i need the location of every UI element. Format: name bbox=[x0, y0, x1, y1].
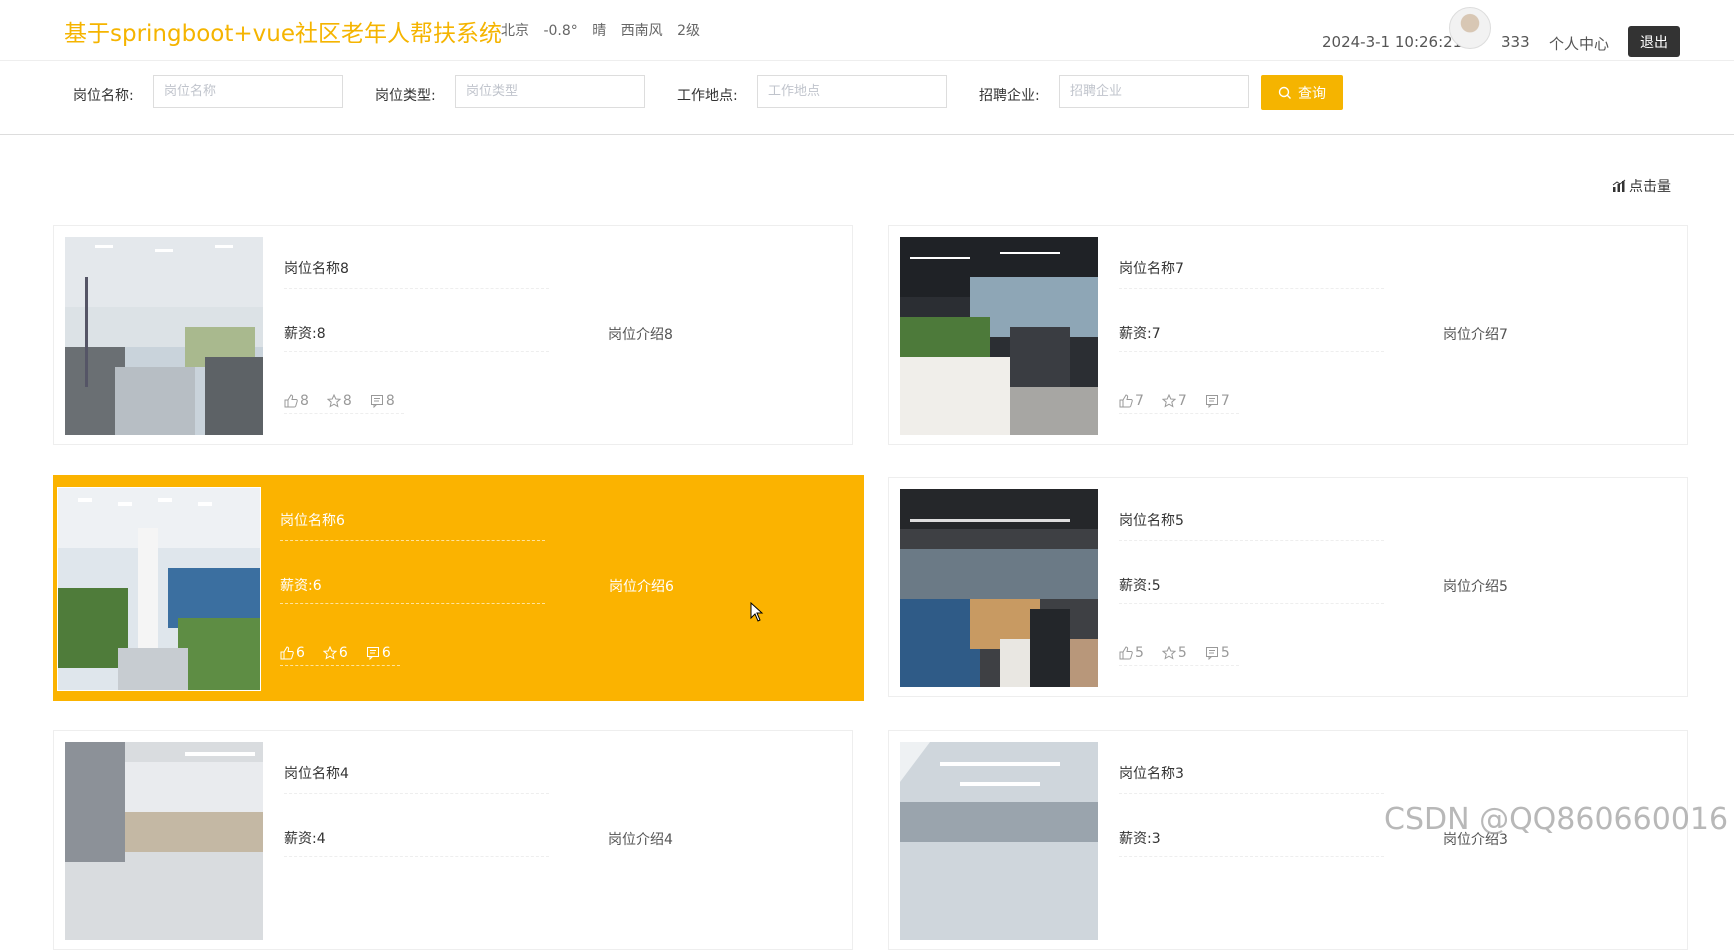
favorite-count: 5 bbox=[1177, 645, 1187, 661]
weather-temp: -0.8° bbox=[543, 23, 578, 39]
favorite-stat[interactable]: 7 bbox=[1161, 389, 1187, 413]
job-salary: 薪资:3 bbox=[1119, 828, 1384, 857]
thumbs-up-icon bbox=[1119, 646, 1133, 660]
job-card[interactable]: 岗位名称4 薪资:4 岗位介绍4 bbox=[53, 730, 853, 950]
star-icon bbox=[322, 646, 337, 660]
thumbs-up-icon bbox=[280, 646, 294, 660]
current-datetime: 2024-3-1 10:26:21 bbox=[1322, 33, 1463, 51]
favorite-count: 6 bbox=[338, 645, 348, 661]
like-stat[interactable]: 5 bbox=[1119, 641, 1144, 665]
comment-icon bbox=[370, 395, 383, 408]
job-image bbox=[65, 742, 263, 940]
weather-level: 2级 bbox=[677, 23, 701, 39]
mouse-cursor-icon bbox=[750, 602, 764, 622]
comment-icon bbox=[366, 647, 379, 660]
sort-by-clicks-link[interactable]: 点击量 bbox=[1612, 176, 1671, 196]
work-location-input[interactable] bbox=[757, 75, 947, 108]
job-card[interactable]: 岗位名称5 薪资:5 岗位介绍5 5 5 5 bbox=[888, 477, 1688, 697]
favorite-stat[interactable]: 5 bbox=[1161, 641, 1187, 665]
favorite-count: 8 bbox=[342, 393, 352, 409]
comment-icon bbox=[1205, 395, 1218, 408]
job-intro: 岗位介绍8 bbox=[608, 327, 673, 343]
job-card[interactable]: 岗位名称8 薪资:8 岗位介绍8 8 8 8 bbox=[53, 225, 853, 445]
favorite-count: 7 bbox=[1177, 393, 1187, 409]
work-location-label: 工作地点: bbox=[677, 88, 738, 104]
job-salary: 薪资:8 bbox=[284, 323, 549, 352]
comment-stat[interactable]: 8 bbox=[370, 389, 395, 413]
job-card[interactable]: 岗位名称7 薪资:7 岗位介绍7 7 7 7 bbox=[888, 225, 1688, 445]
sort-label: 点击量 bbox=[1629, 179, 1671, 195]
weather-city: 北京 bbox=[501, 23, 529, 39]
comment-stat[interactable]: 6 bbox=[366, 641, 391, 665]
site-title: 基于springboot+vue社区老年人帮扶系统 bbox=[64, 21, 502, 47]
job-image bbox=[65, 237, 263, 435]
job-image bbox=[900, 237, 1098, 435]
job-type-label: 岗位类型: bbox=[375, 88, 436, 104]
like-count: 5 bbox=[1135, 645, 1144, 661]
job-intro: 岗位介绍6 bbox=[609, 579, 674, 595]
job-stats: 7 7 7 bbox=[1119, 389, 1239, 414]
comment-count: 7 bbox=[1220, 393, 1230, 409]
thumbs-up-icon bbox=[1119, 394, 1133, 408]
search-bar: 岗位名称: 岗位类型: 工作地点: 招聘企业: 查询 bbox=[0, 61, 1734, 135]
weather-condition: 晴 bbox=[592, 23, 607, 39]
job-image bbox=[900, 742, 1098, 940]
job-card[interactable]: 岗位名称3 薪资:3 岗位介绍3 bbox=[888, 730, 1688, 950]
company-input[interactable] bbox=[1059, 75, 1249, 108]
profile-link[interactable]: 个人中心 bbox=[1549, 33, 1609, 54]
company-label: 招聘企业: bbox=[979, 88, 1040, 104]
logout-button[interactable]: 退出 bbox=[1628, 26, 1680, 57]
job-stats: 8 8 8 bbox=[284, 389, 404, 414]
job-name: 岗位名称3 bbox=[1119, 763, 1384, 794]
like-count: 8 bbox=[300, 393, 309, 409]
like-count: 6 bbox=[296, 645, 305, 661]
like-count: 7 bbox=[1135, 393, 1144, 409]
search-button[interactable]: 查询 bbox=[1261, 75, 1343, 110]
job-intro: 岗位介绍7 bbox=[1443, 327, 1508, 343]
star-icon bbox=[326, 394, 341, 408]
like-stat[interactable]: 6 bbox=[280, 641, 305, 665]
watermark: CSDN @QQ860660016 bbox=[1384, 802, 1729, 837]
job-salary: 薪资:4 bbox=[284, 828, 549, 857]
job-card-active[interactable]: 岗位名称6 薪资:6 岗位介绍6 6 6 6 bbox=[53, 475, 864, 701]
job-type-input[interactable] bbox=[455, 75, 645, 108]
weather-info: 北京 -0.8° 晴 西南风 2级 bbox=[501, 20, 710, 40]
job-name: 岗位名称5 bbox=[1119, 510, 1384, 541]
top-header: 基于springboot+vue社区老年人帮扶系统 北京 -0.8° 晴 西南风… bbox=[0, 0, 1734, 61]
star-icon bbox=[1161, 646, 1176, 660]
comment-count: 5 bbox=[1220, 645, 1230, 661]
search-icon bbox=[1278, 86, 1291, 99]
job-salary: 薪资:6 bbox=[280, 575, 545, 604]
job-stats: 6 6 6 bbox=[280, 641, 400, 666]
thumbs-up-icon bbox=[284, 394, 298, 408]
avatar[interactable] bbox=[1449, 7, 1491, 49]
username: 333 bbox=[1501, 33, 1530, 51]
comment-icon bbox=[1205, 647, 1218, 660]
job-name: 岗位名称8 bbox=[284, 258, 549, 289]
job-name: 岗位名称4 bbox=[284, 763, 549, 794]
job-intro: 岗位介绍4 bbox=[608, 832, 673, 848]
job-intro: 岗位介绍5 bbox=[1443, 579, 1508, 595]
comment-stat[interactable]: 5 bbox=[1205, 641, 1230, 665]
comment-stat[interactable]: 7 bbox=[1205, 389, 1230, 413]
weather-wind: 西南风 bbox=[620, 23, 663, 39]
job-name: 岗位名称7 bbox=[1119, 258, 1384, 289]
comment-count: 6 bbox=[381, 645, 391, 661]
job-stats: 5 5 5 bbox=[1119, 641, 1239, 666]
job-salary: 薪资:5 bbox=[1119, 575, 1384, 604]
comment-count: 8 bbox=[385, 393, 395, 409]
job-name: 岗位名称6 bbox=[280, 510, 545, 541]
job-name-input[interactable] bbox=[153, 75, 343, 108]
job-name-label: 岗位名称: bbox=[73, 88, 134, 104]
like-stat[interactable]: 7 bbox=[1119, 389, 1144, 413]
like-stat[interactable]: 8 bbox=[284, 389, 309, 413]
job-salary: 薪资:7 bbox=[1119, 323, 1384, 352]
favorite-stat[interactable]: 6 bbox=[322, 641, 348, 665]
job-image bbox=[900, 489, 1098, 687]
favorite-stat[interactable]: 8 bbox=[326, 389, 352, 413]
search-button-label: 查询 bbox=[1298, 85, 1326, 102]
bar-chart-icon bbox=[1612, 179, 1626, 192]
job-image bbox=[57, 487, 261, 691]
star-icon bbox=[1161, 394, 1176, 408]
